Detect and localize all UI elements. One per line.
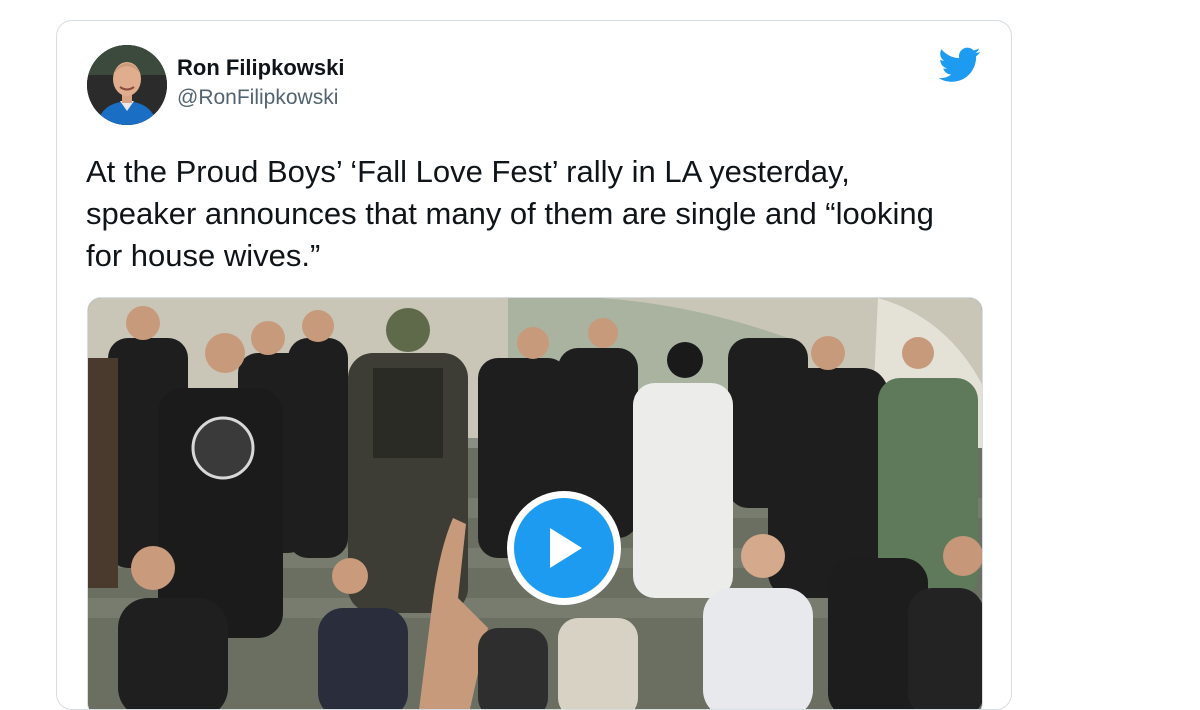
avatar[interactable] bbox=[87, 45, 167, 125]
tweet-text: At the Proud Boys’ ‘Fall Love Fest’ rall… bbox=[86, 154, 934, 273]
play-icon[interactable] bbox=[514, 498, 614, 598]
avatar-image bbox=[87, 45, 167, 125]
twitter-bird-icon[interactable] bbox=[938, 47, 981, 83]
author-display-name[interactable]: Ron Filipkowski bbox=[177, 53, 344, 83]
tweet-card[interactable]: Ron Filipkowski @RonFilipkowski At the P… bbox=[56, 20, 1012, 710]
play-button[interactable] bbox=[507, 491, 621, 605]
author-block[interactable]: Ron Filipkowski @RonFilipkowski bbox=[177, 53, 344, 113]
author-handle[interactable]: @RonFilipkowski bbox=[177, 83, 344, 113]
tweet-video[interactable] bbox=[87, 297, 983, 709]
